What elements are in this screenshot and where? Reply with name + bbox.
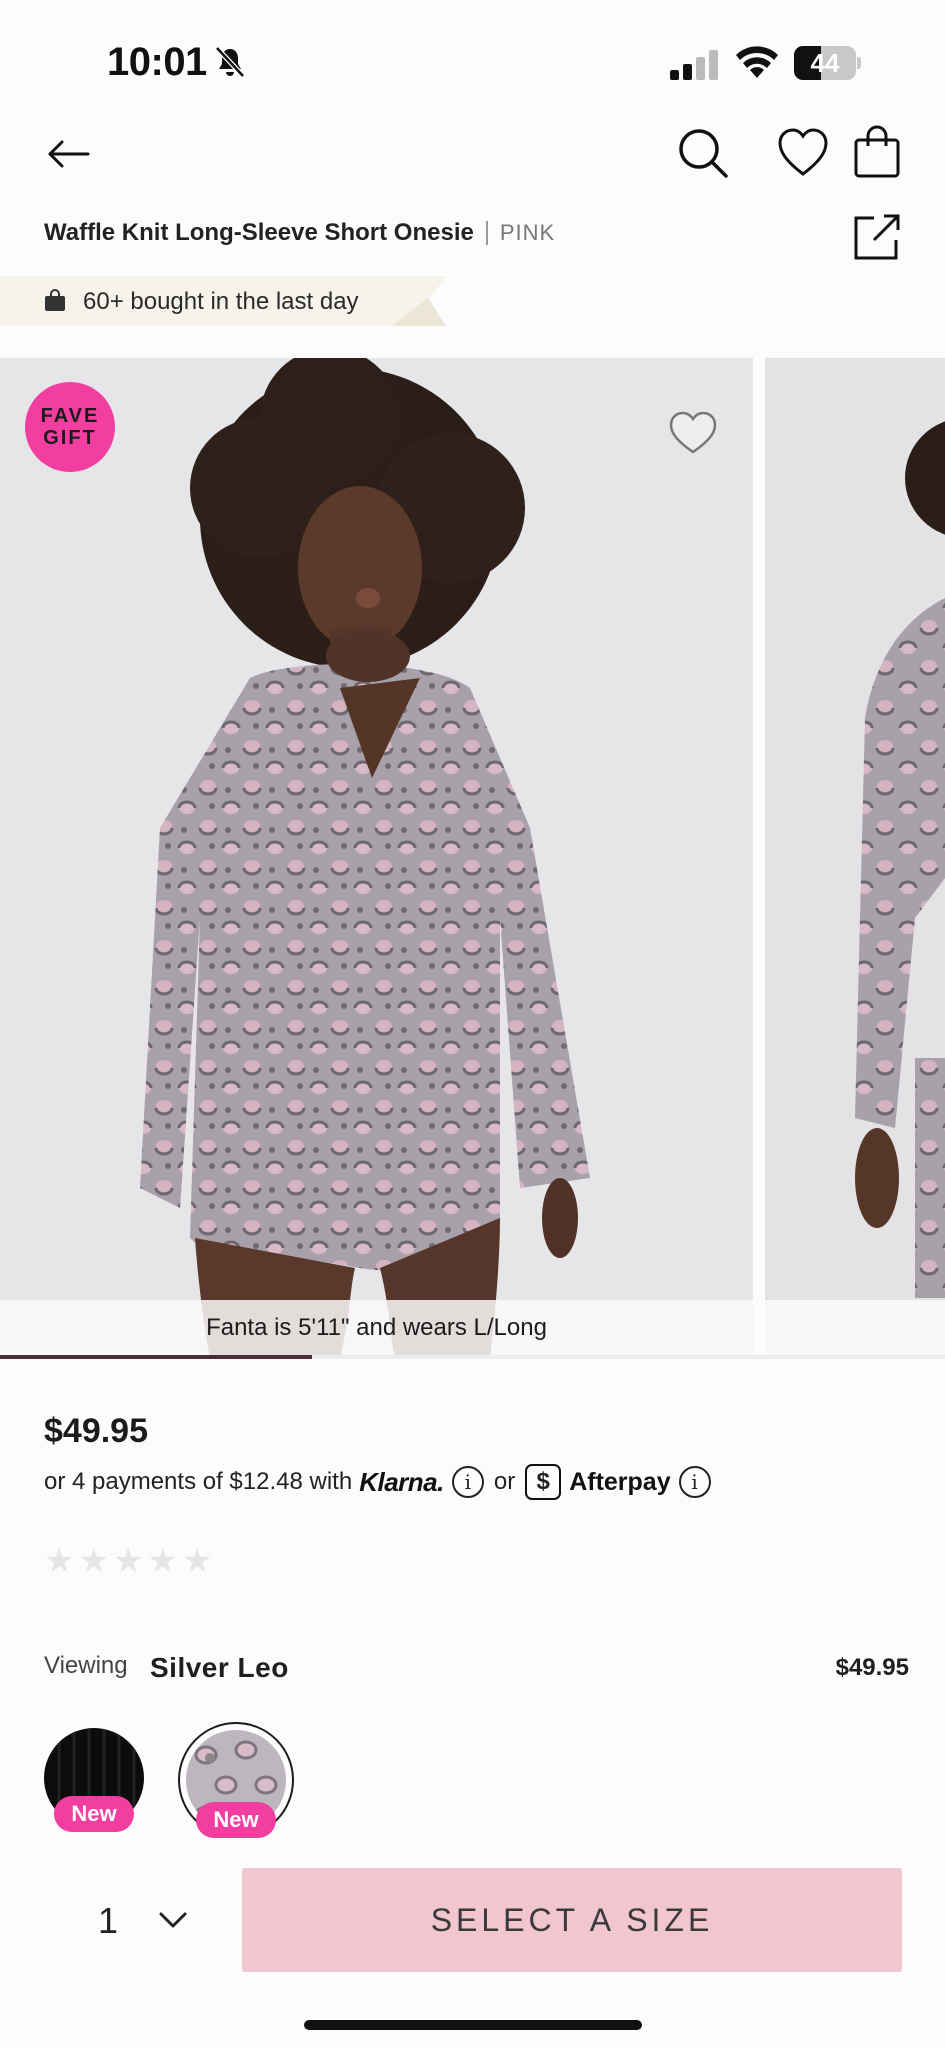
battery-level: 44 (810, 48, 840, 78)
product-image-next[interactable] (765, 358, 945, 1358)
gallery-progress-fill (0, 1355, 312, 1359)
wifi-icon (736, 46, 778, 78)
bag-icon (45, 289, 65, 311)
wishlist-heart-icon[interactable] (776, 126, 830, 180)
quantity-selector[interactable]: 1 (60, 1866, 200, 1976)
bought-recently-banner: 60+ bought in the last day (0, 276, 446, 326)
variant-price: $49.95 (835, 1654, 909, 1681)
payments-text: or 4 payments of $12.48 with (44, 1468, 353, 1495)
klarna-logo: Klarna. (359, 1466, 444, 1497)
product-title: Waffle Knit Long-Sleeve Short Onesie (44, 219, 474, 246)
swatch-new-badge: New (196, 1802, 276, 1838)
afterpay-info-icon[interactable]: i (678, 1466, 711, 1498)
gallery-progress-bar (0, 1355, 945, 1359)
rating-star-icon: ★ (44, 1542, 75, 1580)
afterpay-logo-icon: $ (525, 1464, 562, 1500)
model-photo-next (855, 421, 945, 1298)
or-text: or (493, 1468, 516, 1495)
brand-name: PINK (499, 220, 556, 245)
back-arrow-icon[interactable] (44, 130, 92, 178)
afterpay-name: Afterpay (569, 1467, 671, 1496)
quantity-value: 1 (98, 1900, 119, 1941)
battery-icon: 44 (794, 46, 861, 80)
badge-line-1: FAVE (40, 405, 100, 427)
product-price: $49.95 (44, 1412, 148, 1450)
installment-payments: or 4 payments of $12.48 with Klarna. i o… (44, 1462, 711, 1502)
home-indicator[interactable] (304, 2020, 642, 2030)
search-icon[interactable] (676, 126, 730, 180)
rating-star-icon: ★ (78, 1542, 109, 1580)
selected-color-name: Silver Leo (150, 1652, 289, 1683)
bell-muted-icon (215, 46, 245, 78)
swatch-new-badge: New (54, 1796, 134, 1832)
bought-count-text: 60+ bought in the last day (83, 288, 359, 315)
product-image-gallery[interactable]: FAVE GIFT Fanta is 5'11" and wears L/Lon… (0, 358, 945, 1358)
caption-bar-next (765, 1300, 945, 1358)
cellular-signal-icon (670, 50, 718, 80)
share-icon[interactable] (852, 212, 902, 262)
shopping-bag-icon[interactable] (852, 124, 902, 180)
product-image-main[interactable]: FAVE GIFT Fanta is 5'11" and wears L/Lon… (0, 358, 753, 1358)
rating-star-icon: ★ (147, 1542, 178, 1580)
model-size-caption: Fanta is 5'11" and wears L/Long (0, 1300, 753, 1358)
badge-line-2: GIFT (43, 427, 97, 449)
rating-stars[interactable]: ★ ★ ★ ★ ★ (44, 1544, 212, 1578)
fave-gift-badge: FAVE GIFT (25, 382, 115, 472)
product-title-row: Waffle Knit Long-Sleeve Short Onesie PIN… (44, 218, 555, 248)
rating-star-icon: ★ (181, 1542, 213, 1580)
title-divider (485, 221, 488, 245)
select-size-button[interactable]: SELECT A SIZE (242, 1868, 902, 1972)
viewing-label: Viewing (44, 1652, 128, 1679)
chevron-down-icon (159, 1912, 187, 1928)
image-favorite-heart-icon[interactable] (668, 410, 718, 456)
status-bar: 10:01 44 (0, 0, 945, 110)
klarna-info-icon[interactable]: i (451, 1466, 484, 1498)
rating-star-icon: ★ (112, 1542, 144, 1580)
status-time: 10:01 (107, 40, 207, 84)
model-photo (140, 358, 590, 1358)
